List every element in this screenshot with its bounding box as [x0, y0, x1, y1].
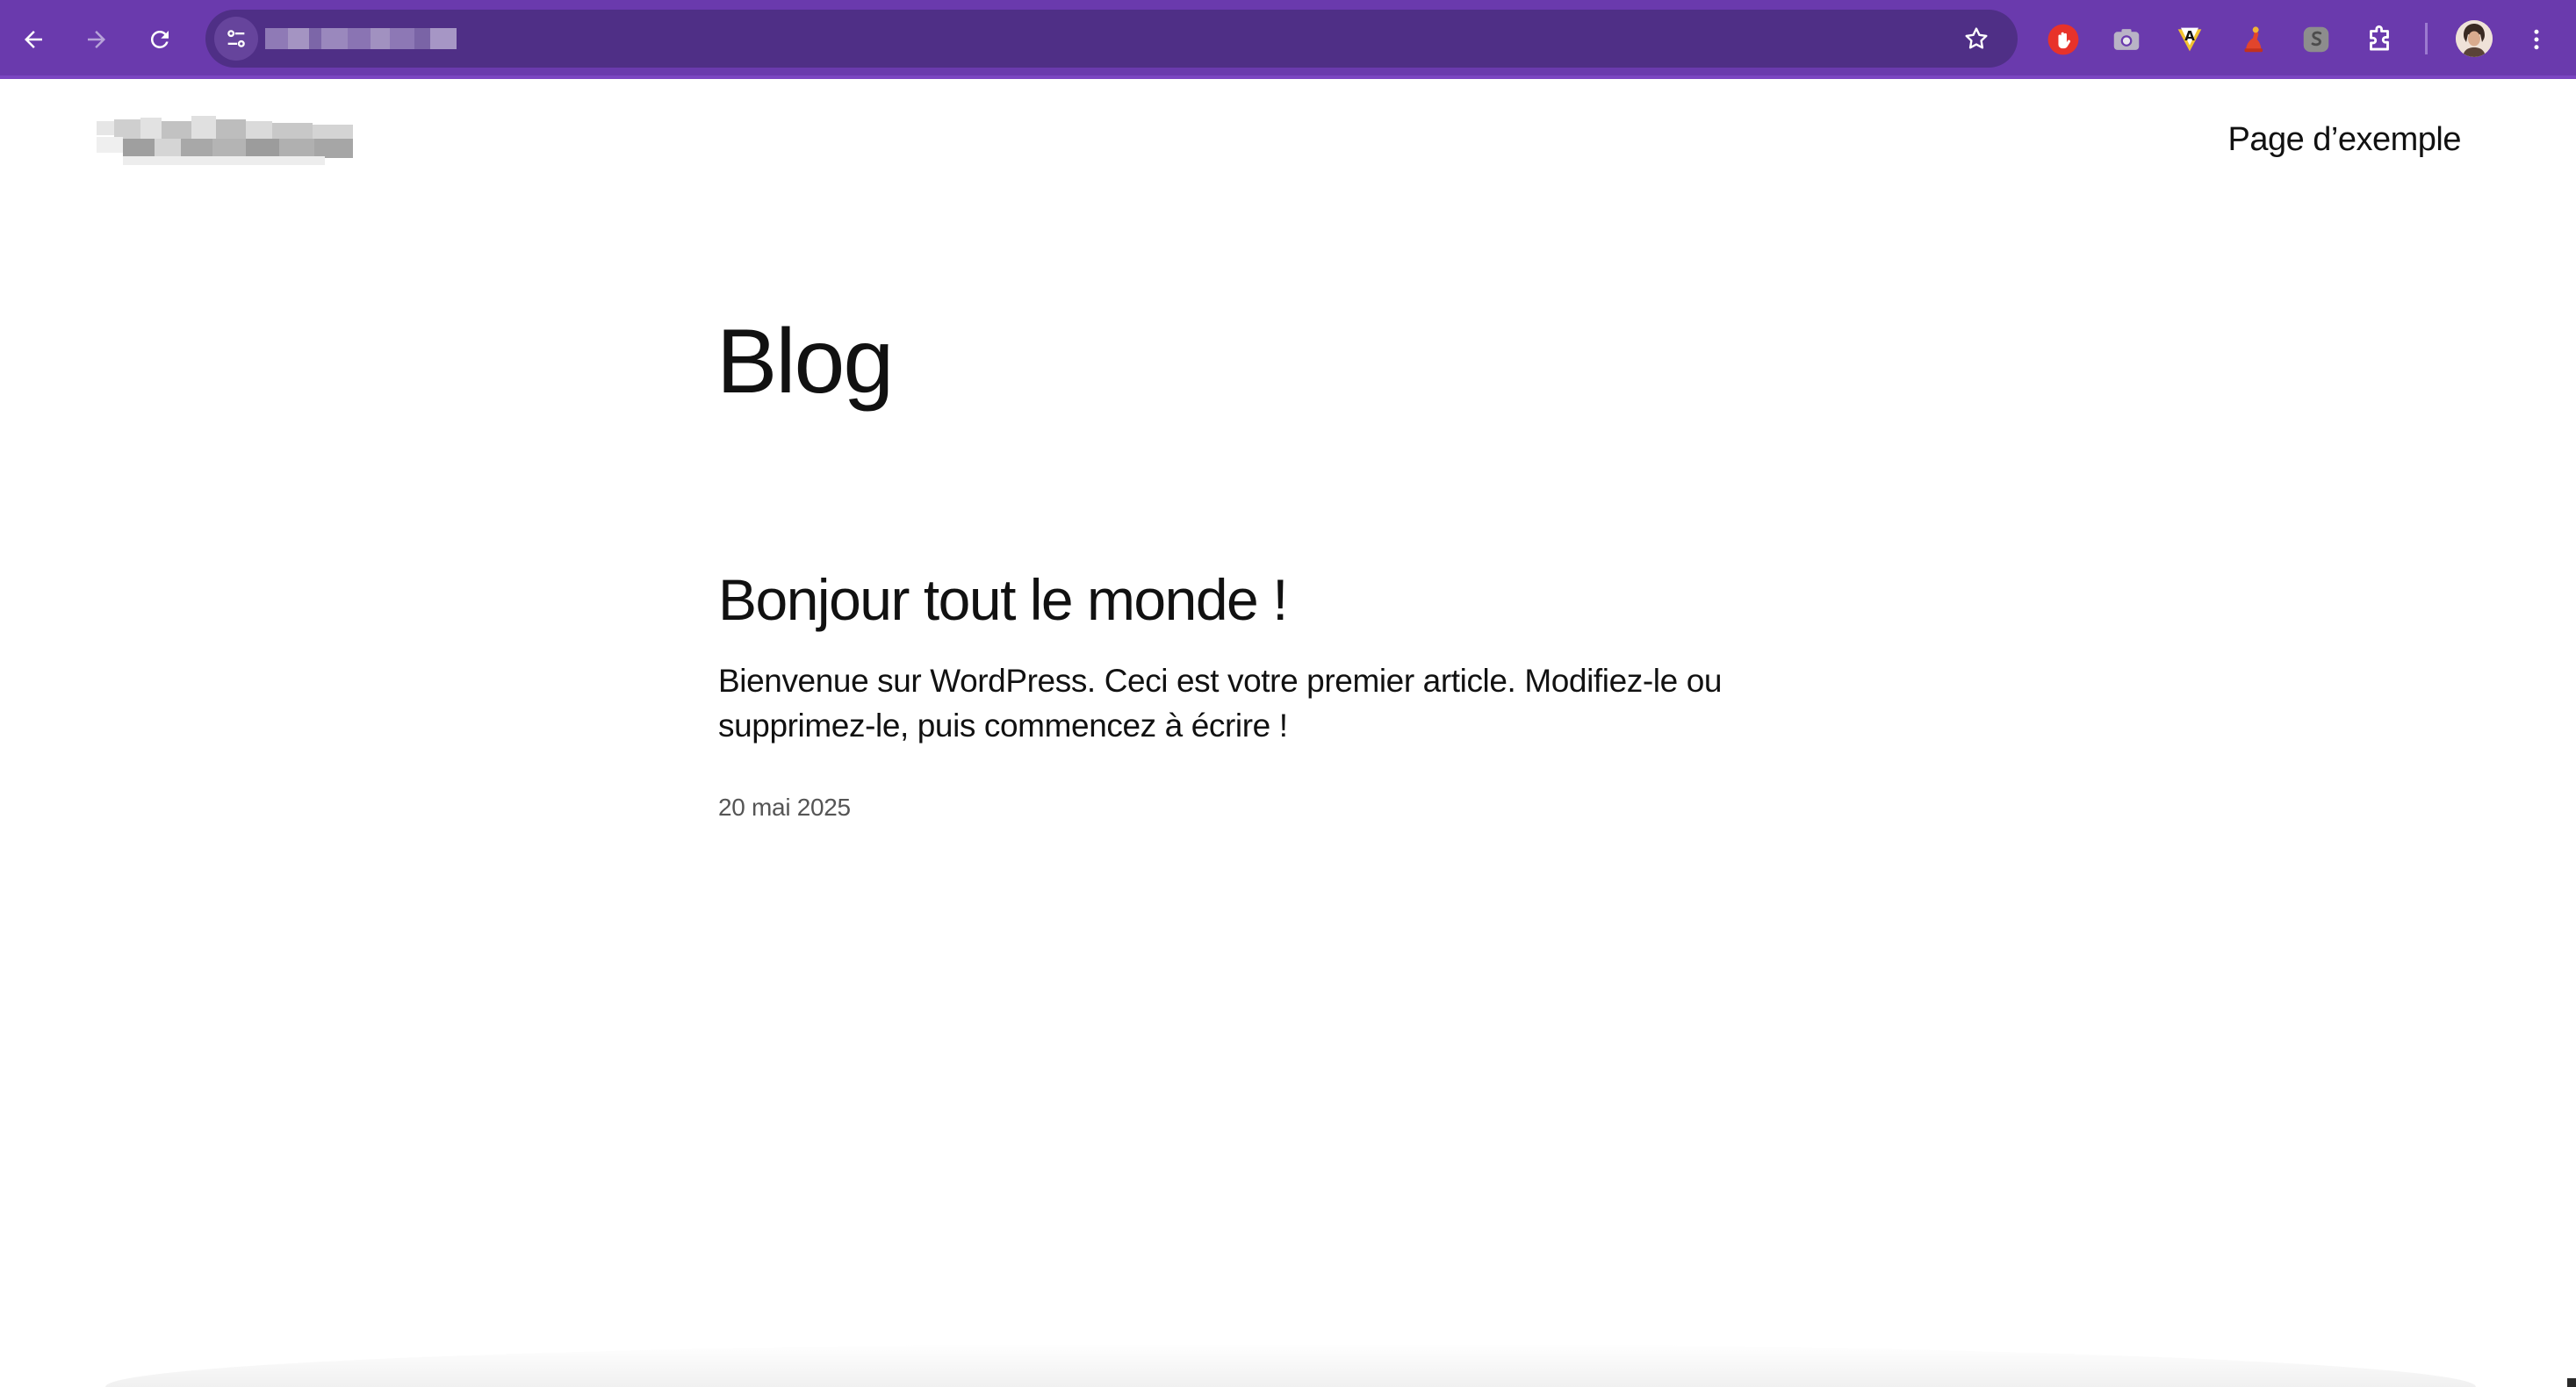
camera-extension-icon[interactable] — [2106, 19, 2147, 60]
post-item: Bonjour tout le monde ! Bienvenue sur Wo… — [718, 571, 1737, 822]
redacted-url-pixels — [265, 28, 457, 49]
tune-icon — [227, 30, 245, 47]
url-text-redacted[interactable] — [265, 24, 457, 54]
nav-link-sample-page[interactable]: Page d’exemple — [2227, 121, 2461, 159]
reload-icon — [150, 30, 169, 48]
forward-button[interactable] — [75, 18, 119, 61]
window-corner — [2567, 1378, 2576, 1387]
profile-avatar[interactable] — [2456, 20, 2493, 57]
a-badge-extension-icon[interactable]: A — [2169, 19, 2210, 60]
browser-menu-button[interactable] — [2515, 18, 2558, 61]
page-bottom-shadow — [105, 1343, 2476, 1387]
arrow-left-icon — [25, 31, 42, 48]
red-hand-extension-icon[interactable] — [2043, 19, 2083, 60]
arrow-right-icon — [88, 31, 105, 48]
svg-text:A: A — [2184, 28, 2195, 44]
page-title: Blog — [716, 311, 894, 413]
web-page: Page d’exemple Blog Bonjour tout le mond… — [0, 79, 2576, 1387]
toolbar-divider — [2425, 23, 2428, 54]
three-dots-vertical-icon — [2534, 29, 2539, 50]
post-date: 20 mai 2025 — [718, 794, 851, 821]
star-outline-icon — [1965, 27, 1988, 49]
site-title-logo-redacted[interactable] — [97, 116, 353, 165]
post-title-link[interactable]: Bonjour tout le monde ! — [718, 571, 1737, 629]
bookmark-button[interactable] — [1954, 17, 1998, 61]
site-settings-button[interactable] — [214, 17, 258, 61]
address-bar[interactable] — [205, 10, 2018, 68]
grey-s-extension-icon[interactable] — [2296, 19, 2336, 60]
puzzle-extensions-icon[interactable] — [2359, 19, 2400, 60]
browser-toolbar: A — [0, 0, 2576, 79]
red-figure-extension-icon[interactable] — [2233, 19, 2273, 60]
post-excerpt: Bienvenue sur WordPress. Ceci est votre … — [718, 663, 1723, 744]
reload-button[interactable] — [138, 18, 182, 61]
back-button[interactable] — [11, 18, 55, 61]
